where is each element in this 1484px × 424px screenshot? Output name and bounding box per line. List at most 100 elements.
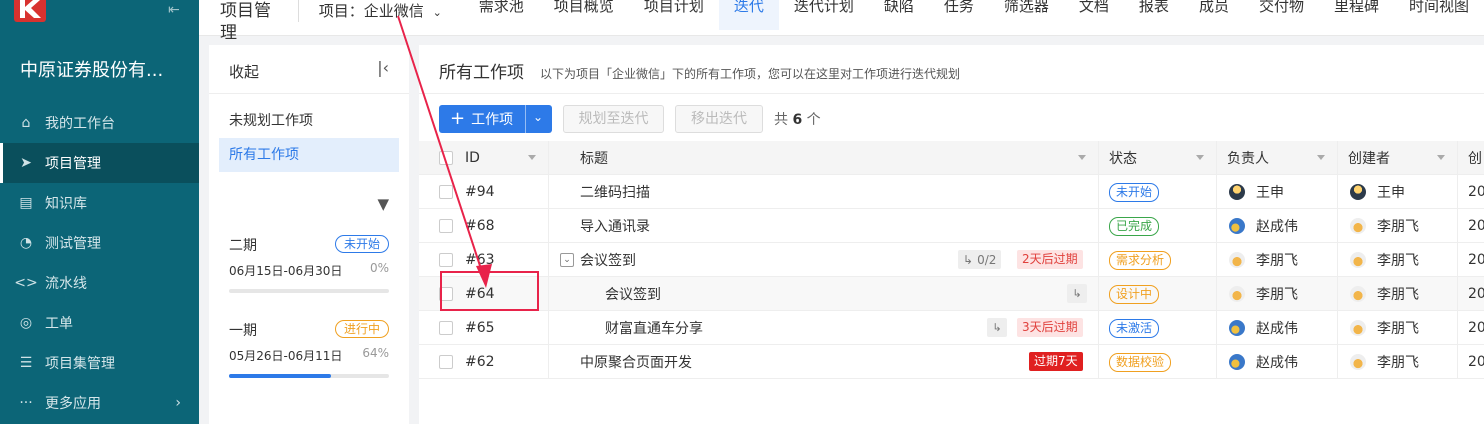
work-item-id[interactable]: #68 <box>465 218 495 234</box>
table-row[interactable]: #64 会议签到 ↳ 设计中 李朋飞 李朋飞 20 <box>419 277 1484 311</box>
filter-icon[interactable]: ▼ <box>377 195 389 213</box>
table-row[interactable]: #62 中原聚合页面开发 过期7天 数据校验 赵成伟 李朋飞 20 <box>419 345 1484 379</box>
nav-my-workbench[interactable]: ⌂ 我的工作台 <box>0 103 199 143</box>
creator-name: 李朋飞 <box>1377 355 1419 371</box>
progress-bar <box>229 289 389 293</box>
status-cell: 数据校验 <box>1099 345 1217 379</box>
collapse-sidebar-icon[interactable]: ⇤ <box>168 2 180 18</box>
work-item-id[interactable]: #94 <box>465 184 495 200</box>
org-name[interactable]: 中原证券股份有... <box>20 56 163 82</box>
collapse-label[interactable]: 收起 <box>229 61 259 82</box>
row-checkbox[interactable] <box>439 253 453 267</box>
nav-test-management[interactable]: ◔ 测试管理 <box>0 223 199 263</box>
iteration-item[interactable]: 一期 进行中 05月26日-06月11日 64% <box>229 320 389 378</box>
assignee-cell[interactable]: 李朋飞 <box>1217 243 1338 277</box>
work-item-title[interactable]: 中原聚合页面开发 <box>580 352 692 372</box>
tab-overview[interactable]: 项目概览 <box>539 0 629 30</box>
work-item-title[interactable]: 财富直通车分享 <box>605 318 703 338</box>
app-logo-icon[interactable] <box>14 0 46 22</box>
row-checkbox[interactable] <box>439 355 453 369</box>
column-header-creator[interactable]: 创建者 <box>1338 141 1458 175</box>
avatar <box>1350 354 1366 370</box>
progress-percent: 64% <box>362 346 389 360</box>
nav-ticket[interactable]: ◎ 工单 <box>0 303 199 343</box>
tab-reports[interactable]: 报表 <box>1124 0 1184 30</box>
table-row[interactable]: #68 导入通讯录 已完成 赵成伟 李朋飞 20 <box>419 209 1484 243</box>
tab-members[interactable]: 成员 <box>1184 0 1244 30</box>
work-item-id[interactable]: #63 <box>465 252 495 268</box>
work-item-title[interactable]: 会议签到 <box>605 284 661 304</box>
column-header-id[interactable]: ID <box>419 141 549 175</box>
table-row[interactable]: #65 财富直通车分享 ↳ 3天后过期 未激活 赵成伟 李朋飞 20 <box>419 311 1484 345</box>
assignee-cell[interactable]: 李朋飞 <box>1217 277 1338 311</box>
tab-deliverables[interactable]: 交付物 <box>1244 0 1319 30</box>
sort-icon[interactable] <box>1078 155 1086 160</box>
tab-iteration-plan[interactable]: 迭代计划 <box>779 0 869 30</box>
work-item-id[interactable]: #62 <box>465 354 495 370</box>
select-all-checkbox[interactable] <box>439 151 453 165</box>
expand-toggle-icon[interactable]: ⌄ <box>560 253 574 267</box>
rocket-icon: ➤ <box>20 155 32 171</box>
plan-to-iteration-button[interactable]: 规划至迭代 <box>563 105 664 133</box>
status-badge[interactable]: 未激活 <box>1109 318 1160 338</box>
work-item-title[interactable]: 会议签到 <box>580 250 636 270</box>
tab-docs[interactable]: 文档 <box>1064 0 1124 30</box>
new-work-item-button[interactable]: + 工作项 ⌄ <box>439 105 552 133</box>
status-badge[interactable]: 需求分析 <box>1109 250 1172 270</box>
work-item-title[interactable]: 导入通讯录 <box>580 216 650 236</box>
tab-milestones[interactable]: 里程碑 <box>1319 0 1394 30</box>
chevron-down-icon[interactable]: ⌄ <box>533 110 543 124</box>
row-checkbox[interactable] <box>439 185 453 199</box>
column-header-title[interactable]: 标题 <box>549 141 1099 175</box>
creator-name: 李朋飞 <box>1377 321 1419 337</box>
nav-pipeline[interactable]: <> 流水线 <box>0 263 199 303</box>
created-cell: 20 <box>1458 311 1484 345</box>
tab-filters[interactable]: 筛选器 <box>989 0 1064 30</box>
subtask-count[interactable]: ↳ 0/2 <box>958 250 1002 269</box>
subtask-icon[interactable]: ↳ <box>1067 284 1087 303</box>
sort-icon[interactable] <box>1437 155 1445 160</box>
work-item-id[interactable]: #65 <box>465 320 495 336</box>
iteration-item[interactable]: 二期 未开始 06月15日-06月30日 0% <box>229 235 389 293</box>
project-selector[interactable]: 项目：企业微信 ⌄ <box>319 0 442 21</box>
assignee-cell[interactable]: 赵成伟 <box>1217 209 1338 243</box>
tab-timeline[interactable]: 时间视图 <box>1394 0 1484 30</box>
assignee-cell[interactable]: 赵成伟 <box>1217 311 1338 345</box>
row-checkbox[interactable] <box>439 321 453 335</box>
chevron-down-icon: ⌄ <box>432 6 442 19</box>
all-items-link[interactable]: 所有工作项 <box>219 138 399 172</box>
iteration-panel: 收起 |‹ 未规划工作项 所有工作项 ▼ 二期 未开始 06月15日-06月30… <box>209 45 409 424</box>
subtask-icon[interactable]: ↳ <box>987 318 1007 337</box>
work-item-title[interactable]: 二维码扫描 <box>580 182 650 202</box>
column-header-created[interactable]: 创 <box>1458 141 1484 175</box>
row-checkbox[interactable] <box>439 219 453 233</box>
column-header-status[interactable]: 状态 <box>1099 141 1217 175</box>
tab-tasks[interactable]: 任务 <box>929 0 989 30</box>
nav-program-management[interactable]: ☰ 项目集管理 <box>0 343 199 383</box>
nav-knowledge-base[interactable]: ▤ 知识库 <box>0 183 199 223</box>
row-checkbox[interactable] <box>439 287 453 301</box>
nav-project-management[interactable]: ➤ 项目管理 <box>0 143 199 183</box>
sort-icon[interactable] <box>1317 155 1325 160</box>
sort-icon[interactable] <box>528 155 536 160</box>
status-badge[interactable]: 已完成 <box>1109 216 1160 236</box>
assignee-cell[interactable]: 王申 <box>1217 175 1338 209</box>
work-item-id[interactable]: #64 <box>465 286 495 302</box>
nav-more-apps[interactable]: ··· 更多应用 › <box>0 383 199 423</box>
tab-defects[interactable]: 缺陷 <box>869 0 929 30</box>
remove-from-iteration-button[interactable]: 移出迭代 <box>675 105 763 133</box>
status-badge[interactable]: 设计中 <box>1109 284 1160 304</box>
sort-icon[interactable] <box>1196 155 1204 160</box>
table-row[interactable]: #63 ⌄ 会议签到 ↳ 0/2 2天后过期 需求分析 李朋飞 李朋飞 20 <box>419 243 1484 277</box>
collapse-panel-icon[interactable]: |‹ <box>377 58 389 77</box>
column-header-assignee[interactable]: 负责人 <box>1217 141 1338 175</box>
tab-iteration[interactable]: 迭代 <box>718 0 779 30</box>
tab-requirements[interactable]: 需求池 <box>464 0 539 30</box>
assignee-cell[interactable]: 赵成伟 <box>1217 345 1338 379</box>
status-badge[interactable]: 未开始 <box>1109 182 1160 202</box>
unplanned-items-link[interactable]: 未规划工作项 <box>219 104 399 138</box>
table-row[interactable]: #94 二维码扫描 未开始 王申 王申 20 <box>419 175 1484 209</box>
tab-plan[interactable]: 项目计划 <box>629 0 719 30</box>
status-badge[interactable]: 数据校验 <box>1109 352 1172 372</box>
avatar <box>1229 286 1245 302</box>
